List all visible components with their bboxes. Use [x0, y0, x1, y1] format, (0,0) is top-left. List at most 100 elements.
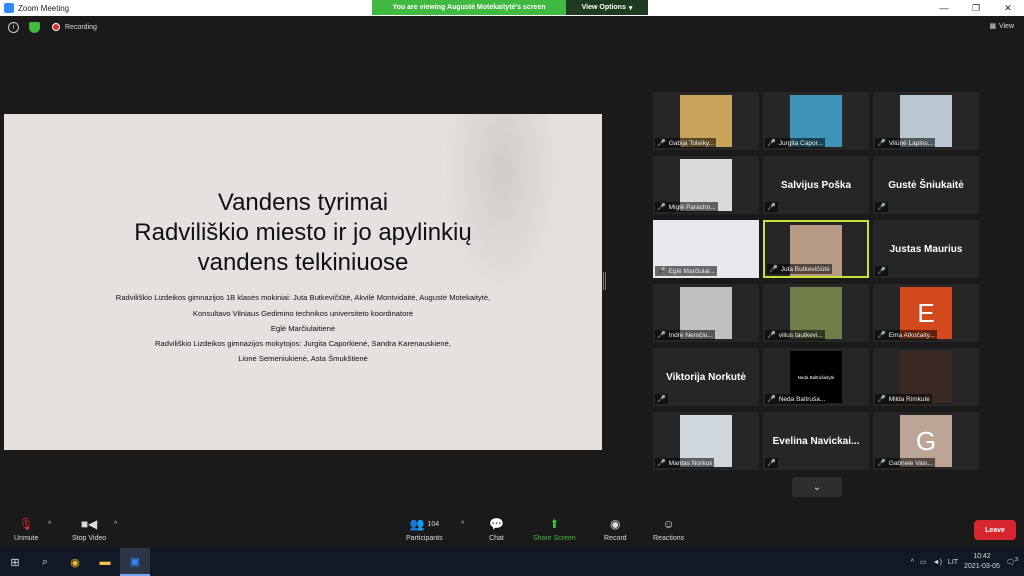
- participant-tile[interactable]: 🎤 Milda Rimkutė: [873, 348, 979, 406]
- record-circle-icon: ◉: [610, 517, 621, 531]
- maximize-button[interactable]: ❐: [960, 0, 992, 16]
- participant-tile[interactable]: 🎤 Indrė Nemčiu...: [653, 284, 759, 342]
- slide-title-line-3: vandens telkiniuose: [197, 249, 409, 276]
- participant-tile[interactable]: 🎤 Eglė Marčiulai...: [653, 220, 759, 278]
- participant-name-label: 🎤: [765, 458, 778, 468]
- gallery-next-page-button[interactable]: ⌄: [792, 477, 842, 497]
- network-icon[interactable]: ▭: [920, 558, 927, 566]
- chevron-down-icon: ▾: [628, 4, 633, 12]
- muted-mic-icon: 🎤: [877, 268, 886, 275]
- muted-mic-icon: 🎤: [877, 460, 886, 467]
- viewing-message: You are viewing Augustė Motekaitytė's sc…: [392, 4, 546, 11]
- participant-tile[interactable]: Salvijus Poška 🎤: [763, 156, 869, 214]
- participant-name: Jurgita Capor...: [778, 139, 823, 147]
- notification-center-icon[interactable]: 🗨3: [1006, 557, 1018, 566]
- participant-display-name: Viktorija Norkutė: [666, 371, 746, 383]
- slide-body-line-1: Radviliškio Lizdeikos gimnazijos 1B klas…: [115, 293, 491, 302]
- participant-tile[interactable]: Justas Maurius 🎤: [873, 220, 979, 278]
- participant-tile[interactable]: 🎤 Jurgita Capor...: [763, 92, 869, 150]
- chevron-down-icon: ⌄: [812, 481, 822, 493]
- participant-display-name: Gustė Šniukaitė: [888, 179, 964, 191]
- participant-name-label: 🎤: [875, 266, 888, 276]
- reactions-button[interactable]: ☺ Reactions: [653, 516, 684, 542]
- windows-taskbar: ⊞ ⌕ ◉ ▬ ▣ ^ ▭ ◄) LIT 10:42 2021-03-05 🗨3: [0, 548, 1024, 576]
- tray-chevron-icon[interactable]: ^: [911, 559, 914, 566]
- participant-name: Indrė Nemčiu...: [668, 331, 713, 339]
- participant-name: Miglė Parachn...: [668, 203, 716, 211]
- participant-name-label: 🎤 Gabriele Vais...: [875, 458, 935, 468]
- participant-tile[interactable]: E 🎤 Ema Atkočaity...: [873, 284, 979, 342]
- info-icon[interactable]: i: [8, 22, 19, 33]
- participant-tile[interactable]: 🎤 Juta Butkevičiūtė: [763, 220, 869, 278]
- chrome-icon[interactable]: ◉: [60, 548, 90, 576]
- participant-tile[interactable]: Evelina Navickai... 🎤: [763, 412, 869, 470]
- participant-tile[interactable]: 🎤 Gabija Toleiky...: [653, 92, 759, 150]
- participant-tile[interactable]: Viktorija Norkutė 🎤: [653, 348, 759, 406]
- muted-mic-icon: 🎤: [657, 140, 666, 147]
- video-options-caret[interactable]: ^: [114, 521, 117, 528]
- participant-name-label: 🎤 Ema Atkočaity...: [875, 330, 937, 340]
- stop-video-button[interactable]: ■◀ Stop Video: [72, 516, 106, 542]
- participant-name: vilius tautkevi...: [778, 331, 823, 339]
- muted-mic-icon: 🎤: [769, 266, 778, 273]
- view-button[interactable]: ▦ View: [989, 22, 1014, 31]
- reactions-label: Reactions: [653, 535, 685, 542]
- participant-name: Milda Rimkutė: [888, 395, 930, 403]
- participant-name: Juta Butkevičiūtė: [780, 265, 830, 273]
- muted-mic-icon: 🎤: [877, 204, 886, 211]
- minimize-button[interactable]: —: [928, 0, 960, 16]
- volume-icon[interactable]: ◄): [933, 559, 942, 566]
- participant-tile[interactable]: 🎤 vilius tautkevi...: [763, 284, 869, 342]
- close-button[interactable]: ✕: [992, 0, 1024, 16]
- leave-button[interactable]: Leave: [974, 520, 1016, 540]
- chat-button[interactable]: 💬 Chat: [489, 516, 504, 542]
- chat-bubble-icon: 💬: [489, 517, 504, 531]
- view-options-button[interactable]: View Options ▾: [566, 0, 648, 15]
- participant-tile[interactable]: 🎤 Vilūnė Lapins...: [873, 92, 979, 150]
- participants-icon: 👥 104: [409, 517, 440, 531]
- window-title: Zoom Meeting: [18, 3, 70, 13]
- participants-options-caret[interactable]: ^: [461, 521, 464, 528]
- participants-button[interactable]: 👥 104 Participants: [406, 516, 443, 542]
- zoom-taskbar-icon[interactable]: ▣: [120, 548, 150, 576]
- video-camera-icon: ■◀: [80, 517, 98, 531]
- notification-count: 3: [1014, 557, 1018, 564]
- app-title: Zoom Meeting: [4, 3, 69, 13]
- participant-name-label: 🎤 Jurgita Capor...: [765, 138, 825, 148]
- language-indicator[interactable]: LIT: [948, 559, 958, 566]
- unmute-button[interactable]: 🎙 Unmute: [14, 516, 39, 542]
- participant-name-label: 🎤 Neda Baltruša...: [765, 394, 828, 404]
- muted-mic-icon: 🎤: [657, 460, 666, 467]
- unmute-label: Unmute: [14, 535, 39, 542]
- shield-icon[interactable]: [29, 22, 40, 33]
- screen-share-banner: You are viewing Augustė Motekaitytė's sc…: [372, 0, 648, 15]
- file-explorer-icon[interactable]: ▬: [90, 548, 120, 576]
- participant-tile[interactable]: Neda Baltrušaitytė 🎤 Neda Baltruša...: [763, 348, 869, 406]
- participant-tile[interactable]: G 🎤 Gabriele Vais...: [873, 412, 979, 470]
- muted-mic-icon: 🎤: [877, 332, 886, 339]
- video-caption: Neda Baltrušaitytė: [797, 374, 835, 380]
- record-label: Record: [604, 535, 627, 542]
- participant-count: 104: [427, 520, 440, 528]
- participant-name: Gabriele Vais...: [888, 459, 933, 467]
- muted-mic-icon: 🎤: [877, 396, 886, 403]
- participant-name-label: 🎤 Gabija Toleiky...: [655, 138, 716, 148]
- participant-tile[interactable]: Gustė Šniukaitė 🎤: [873, 156, 979, 214]
- participant-name-label: 🎤 Milda Rimkutė: [875, 394, 932, 404]
- audio-options-caret[interactable]: ^: [48, 521, 51, 528]
- share-screen-label: Share Screen: [533, 535, 576, 542]
- muted-mic-icon: 🎤: [657, 268, 666, 275]
- windows-start-icon[interactable]: ⊞: [0, 548, 30, 576]
- participant-name: Ema Atkočaity...: [888, 331, 935, 339]
- participant-name-label: 🎤 Eglė Marčiulai...: [655, 266, 717, 276]
- clock[interactable]: 10:42 2021-03-05: [964, 552, 1000, 572]
- slide-body-line-4: Radviliškio Lizdeikos gimnazijos mokytoj…: [155, 339, 451, 348]
- recording-indicator: Recording: [52, 23, 97, 31]
- participant-tile[interactable]: 🎤 Miglė Parachn...: [653, 156, 759, 214]
- participant-tile[interactable]: 🎤 Mantas Norkus: [653, 412, 759, 470]
- record-button[interactable]: ◉ Record: [604, 516, 627, 542]
- split-resize-handle[interactable]: [603, 272, 606, 290]
- share-screen-button[interactable]: ⬆ Share Screen: [533, 516, 576, 542]
- participant-name: Vilūnė Lapins...: [888, 139, 934, 147]
- search-icon[interactable]: ⌕: [30, 548, 60, 576]
